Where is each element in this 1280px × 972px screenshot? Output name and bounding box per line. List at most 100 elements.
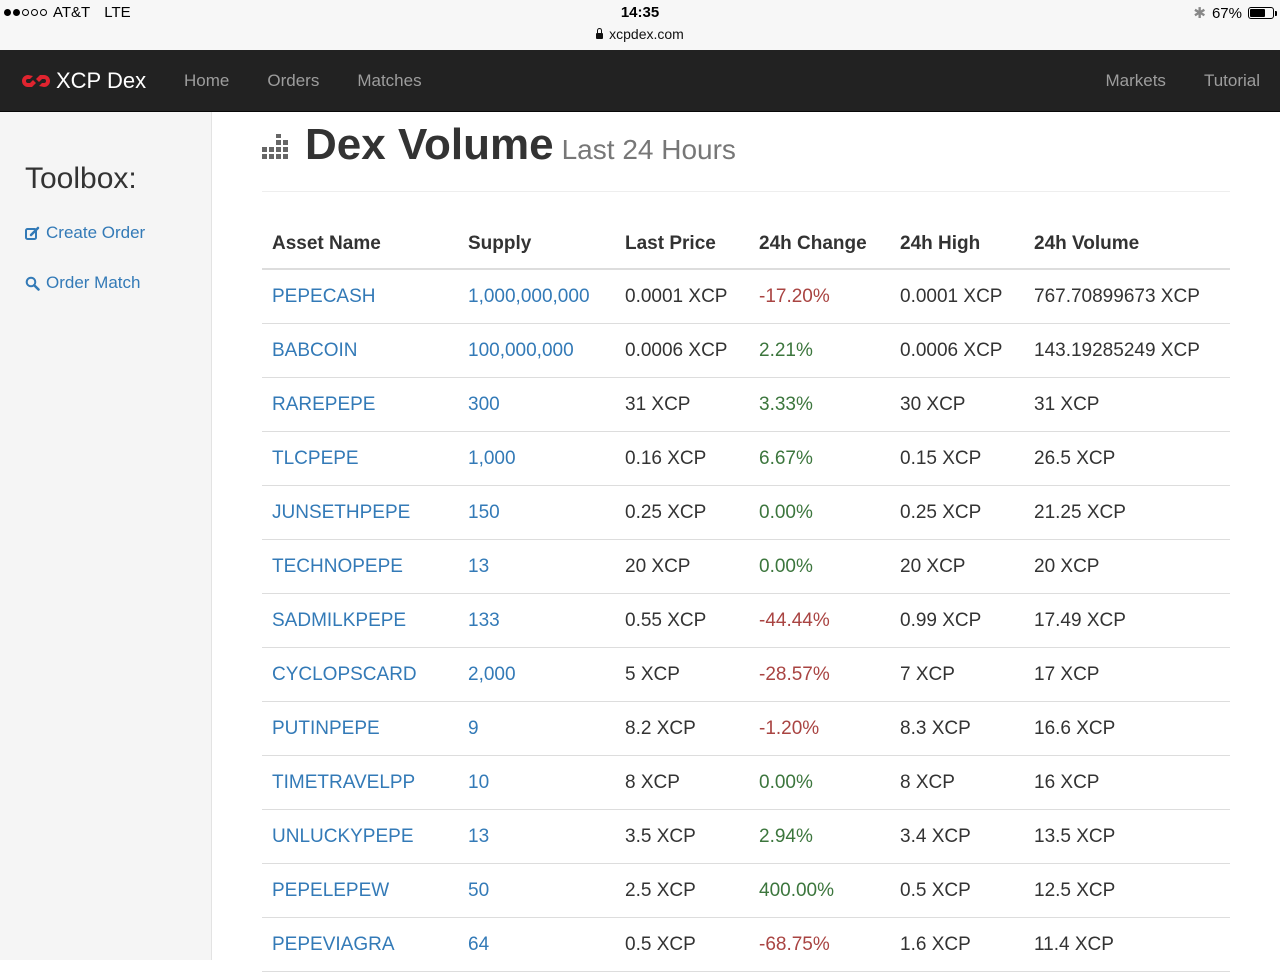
table-cell: 30 XCP [890, 377, 1024, 432]
asset-name-link[interactable]: RAREPEPE [272, 394, 375, 415]
table-cell: 3.4 XCP [890, 809, 1024, 864]
asset-name-link[interactable]: PEPECASH [272, 286, 375, 307]
address-bar[interactable]: xcpdex.com [0, 26, 1280, 42]
table-cell: 13 [458, 539, 615, 594]
nav-tutorial[interactable]: Tutorial [1204, 71, 1260, 91]
page-subtitle: Last 24 Hours [561, 134, 736, 165]
table-cell: 8.2 XCP [615, 701, 749, 756]
battery-icon [1248, 7, 1277, 19]
nav-home[interactable]: Home [184, 71, 229, 91]
volume-cell: 143.19285249 XCP [1034, 339, 1200, 361]
asset-name-link[interactable]: CYCLOPSCARD [272, 664, 417, 685]
high-cell: 0.5 XCP [900, 879, 971, 901]
battery-percent: 67% [1211, 4, 1242, 22]
col-24h-high[interactable]: 24h High [890, 220, 1024, 270]
last-price-cell: 0.55 XCP [625, 609, 707, 631]
asset-name-link[interactable]: TLCPEPE [272, 448, 359, 469]
table-cell: PEPELEPEW [262, 863, 458, 918]
last-price-cell: 31 XCP [625, 393, 691, 415]
supply-link[interactable]: 100,000,000 [468, 340, 574, 361]
supply-link[interactable]: 13 [468, 556, 489, 577]
asset-name-link[interactable]: TECHNOPEPE [272, 556, 403, 577]
sidebar-title: Toolbox: [25, 162, 137, 195]
high-cell: 8.3 XCP [900, 717, 971, 739]
table-cell: 0.55 XCP [615, 593, 749, 648]
high-cell: 7 XCP [900, 663, 955, 685]
volume-cell: 26.5 XCP [1034, 447, 1116, 469]
order-match-link[interactable]: Order Match [25, 273, 140, 293]
col-supply[interactable]: Supply [458, 220, 615, 270]
order-match-label: Order Match [46, 273, 141, 292]
change-cell: 0.00% [759, 771, 813, 793]
table-cell: 400.00% [749, 863, 890, 918]
table-cell: 0.16 XCP [615, 431, 749, 486]
table-cell: 1,000,000,000 [458, 269, 615, 324]
table-cell: RAREPEPE [262, 377, 458, 432]
supply-link[interactable]: 50 [468, 880, 489, 901]
table-cell: 0.5 XCP [890, 863, 1024, 918]
nav-markets[interactable]: Markets [1105, 71, 1165, 91]
table-cell: 11.4 XCP [1024, 917, 1230, 972]
col-asset-name[interactable]: Asset Name [262, 220, 458, 270]
asset-name-link[interactable]: PEPEVIAGRA [272, 934, 395, 955]
col-last-price[interactable]: Last Price [615, 220, 749, 270]
table-cell: PEPEVIAGRA [262, 917, 458, 972]
supply-link[interactable]: 1,000 [468, 448, 516, 469]
asset-name-link[interactable]: UNLUCKYPEPE [272, 826, 414, 847]
table-cell: 1.6 XCP [890, 917, 1024, 972]
last-price-cell: 2.5 XCP [625, 879, 696, 901]
table-row: PEPELEPEW 50 2.5 XCP 400.00% 0.5 XCP 12.5 XCP [262, 863, 1230, 918]
top-navbar: XCP Dex Home Orders Matches Markets Tuto… [0, 50, 1280, 112]
table-cell: 13.5 XCP [1024, 809, 1230, 864]
create-order-link[interactable]: Create Order [25, 223, 145, 243]
table-row: PEPEVIAGRA 64 0.5 XCP -68.75% 1.6 XCP 11.4 XC… [262, 917, 1230, 972]
table-cell: 16 XCP [1024, 755, 1230, 810]
brand-link[interactable]: XCP Dex [20, 68, 146, 94]
table-cell: TLCPEPE [262, 431, 458, 486]
table-row: PUTINPEPE 9 8.2 XCP -1.20% 8.3 XCP 16.6 XCP [262, 701, 1230, 756]
volume-cell: 17 XCP [1034, 663, 1100, 685]
table-cell: 9 [458, 701, 615, 756]
high-cell: 0.0006 XCP [900, 339, 1003, 361]
volume-chart-icon [262, 134, 288, 159]
col-24h-volume[interactable]: 24h Volume [1024, 220, 1230, 270]
table-cell: TECHNOPEPE [262, 539, 458, 594]
supply-link[interactable]: 150 [468, 502, 500, 523]
change-cell: 0.00% [759, 501, 813, 523]
supply-link[interactable]: 64 [468, 934, 489, 955]
supply-link[interactable]: 9 [468, 718, 479, 739]
nav-orders[interactable]: Orders [267, 71, 319, 91]
table-row: PEPECASH 1,000,000,000 0.0001 XCP -17.20% 0.… [262, 269, 1230, 324]
asset-name-link[interactable]: SADMILKPEPE [272, 610, 406, 631]
supply-link[interactable]: 2,000 [468, 664, 516, 685]
table-cell: 0.99 XCP [890, 593, 1024, 648]
table-cell: 8.3 XCP [890, 701, 1024, 756]
col-24h-change[interactable]: 24h Change [749, 220, 890, 270]
volume-cell: 12.5 XCP [1034, 879, 1116, 901]
table-row: UNLUCKYPEPE 13 3.5 XCP 2.94% 3.4 XCP 13.5 XCP [262, 809, 1230, 864]
table-cell: 8 XCP [890, 755, 1024, 810]
table-cell: 50 [458, 863, 615, 918]
nav-matches[interactable]: Matches [357, 71, 421, 91]
supply-link[interactable]: 13 [468, 826, 489, 847]
battery-fill [1250, 9, 1265, 17]
supply-link[interactable]: 300 [468, 394, 500, 415]
volume-cell: 21.25 XCP [1034, 501, 1126, 523]
supply-link[interactable]: 10 [468, 772, 489, 793]
last-price-cell: 8.2 XCP [625, 717, 696, 739]
asset-name-link[interactable]: JUNSETHPEPE [272, 502, 410, 523]
supply-link[interactable]: 133 [468, 610, 500, 631]
asset-name-link[interactable]: BABCOIN [272, 340, 358, 361]
table-cell: 31 XCP [615, 377, 749, 432]
table-cell: -44.44% [749, 593, 890, 648]
supply-link[interactable]: 1,000,000,000 [468, 286, 590, 307]
asset-name-link[interactable]: PUTINPEPE [272, 718, 380, 739]
table-cell: -68.75% [749, 917, 890, 972]
last-price-cell: 20 XCP [625, 555, 691, 577]
asset-name-link[interactable]: TIMETRAVELPP [272, 772, 415, 793]
asset-name-link[interactable]: PEPELEPEW [272, 880, 389, 901]
table-cell: 5 XCP [615, 647, 749, 702]
table-cell: 7 XCP [890, 647, 1024, 702]
last-price-cell: 0.16 XCP [625, 447, 707, 469]
table-cell: 21.25 XCP [1024, 485, 1230, 540]
